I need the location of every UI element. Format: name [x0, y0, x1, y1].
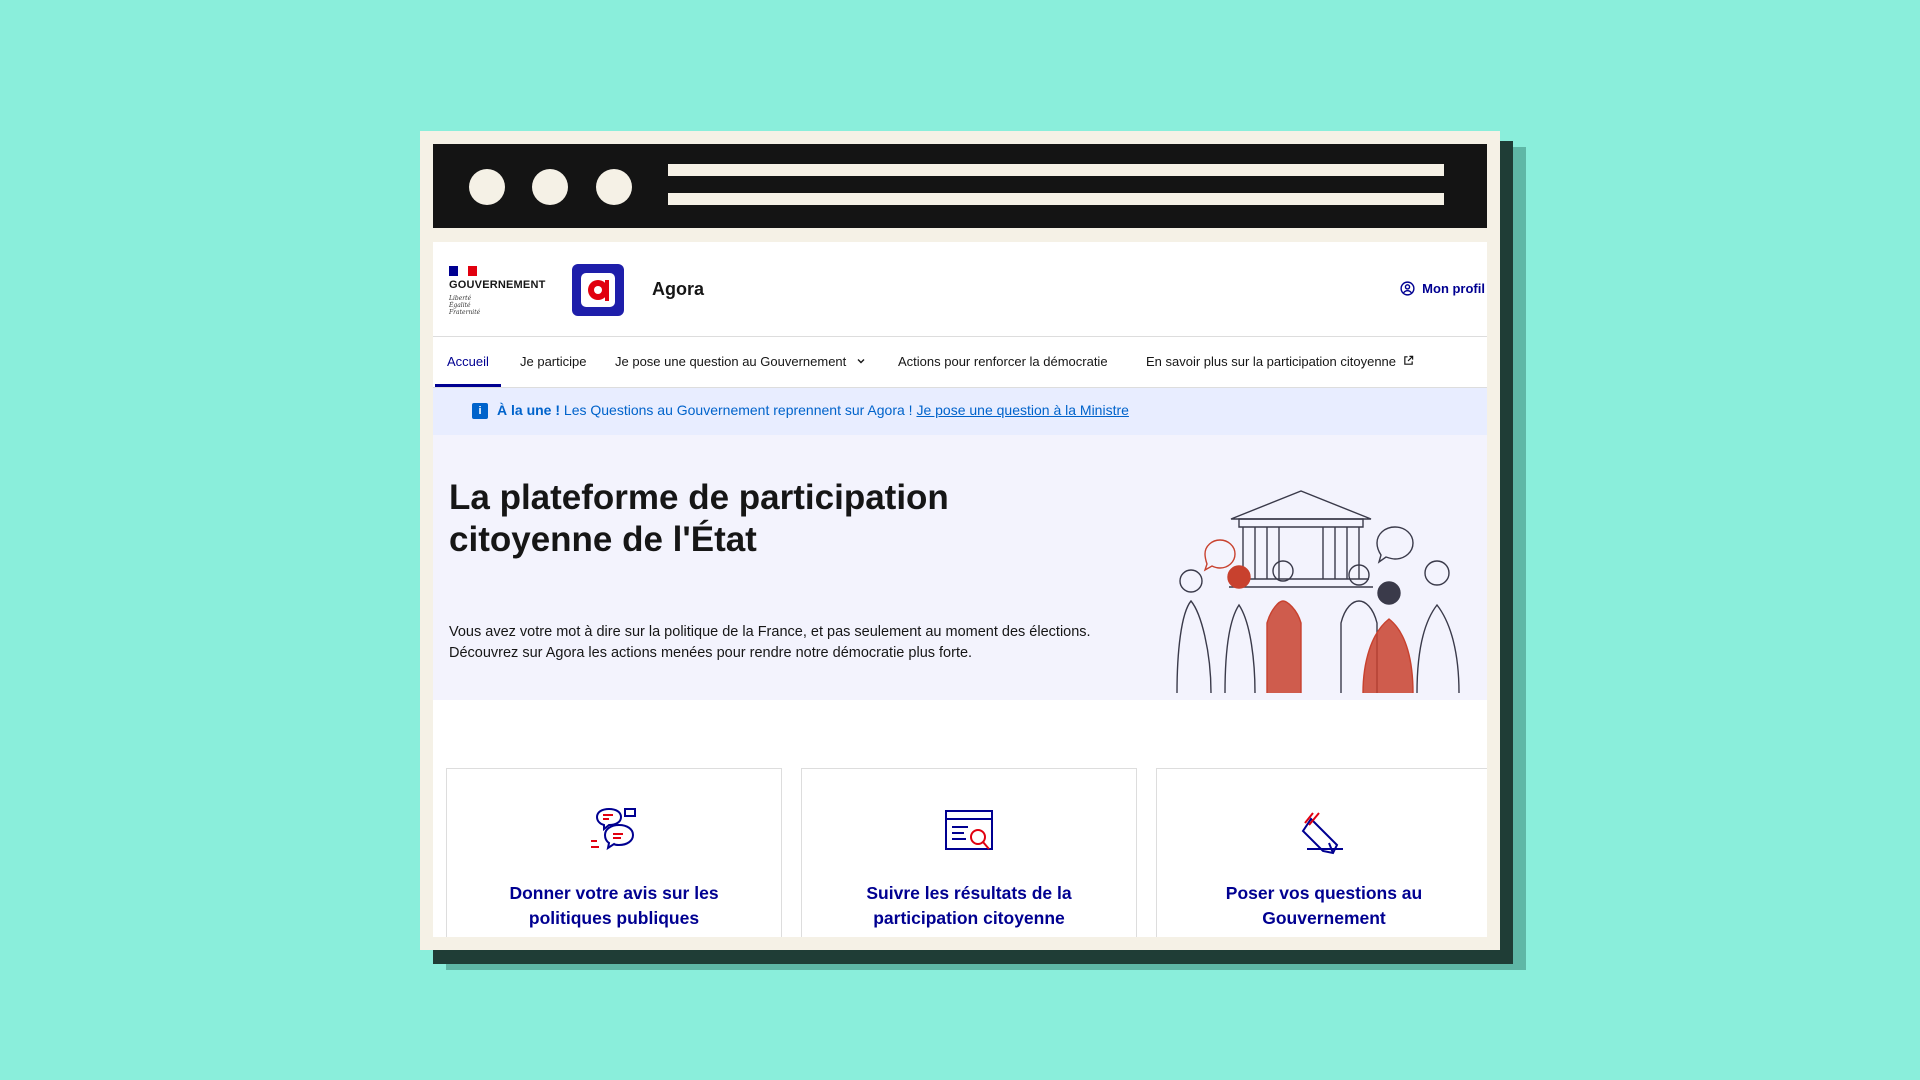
card-poser-questions[interactable]: Poser vos questions au Gouvernement	[1156, 768, 1487, 937]
notice-link[interactable]: Je pose une question à la Ministre	[916, 402, 1128, 418]
gov-name: GOUVERNEMENT	[449, 279, 546, 291]
marianne-flag-icon	[449, 266, 477, 276]
window-titlebar	[433, 144, 1487, 228]
chevron-down-icon	[857, 359, 865, 364]
gov-motto: Liberté Égalité Fraternité	[449, 295, 481, 316]
notice-text: À la une ! Les Questions au Gouvernement…	[497, 402, 1129, 418]
agora-logo[interactable]	[572, 264, 624, 316]
nav-item-actions-democratie[interactable]: Actions pour renforcer la démocratie	[898, 337, 1108, 387]
nav-item-accueil[interactable]: Accueil	[435, 337, 501, 387]
notice-title: À la une !	[497, 402, 561, 418]
profile-label: Mon profil	[1422, 281, 1485, 296]
main-nav: Accueil Je participe Je pose une questio…	[433, 337, 1487, 388]
hero-section: La plateforme de participation citoyenne…	[433, 435, 1487, 700]
browser-frame: GOUVERNEMENT Liberté Égalité Fraternité …	[420, 131, 1500, 950]
profile-link[interactable]: Mon profil	[1400, 281, 1485, 296]
external-link-icon	[1403, 355, 1413, 365]
window-dot-maximize[interactable]	[596, 169, 632, 205]
citizens-illustration	[1176, 490, 1460, 694]
user-circle-icon	[1400, 281, 1415, 296]
nav-item-en-savoir-plus[interactable]: En savoir plus sur la participation cito…	[1146, 337, 1414, 387]
window-dot-close[interactable]	[469, 169, 505, 205]
card-donner-avis[interactable]: Donner votre avis sur les politiques pub…	[446, 768, 782, 937]
speech-bubbles-icon	[591, 807, 636, 851]
hero-title: La plateforme de participation citoyenne…	[449, 478, 949, 559]
address-bar-line	[668, 193, 1444, 205]
hero-description: Vous avez votre mot à dire sur la politi…	[449, 624, 1091, 661]
info-icon: i	[472, 403, 488, 419]
pen-icon	[1301, 812, 1343, 855]
nav-item-question-gouvernement[interactable]: Je pose une question au Gouvernement	[615, 337, 866, 387]
card-label: Suivre les résultats de la participation…	[866, 883, 1072, 928]
site-header: GOUVERNEMENT Liberté Égalité Fraternité …	[433, 242, 1487, 337]
notice-banner: i À la une ! Les Questions au Gouverneme…	[433, 388, 1487, 435]
nav-item-je-participe[interactable]: Je participe	[520, 337, 586, 387]
browser-search-icon	[945, 810, 993, 850]
card-suivre-resultats[interactable]: Suivre les résultats de la participation…	[801, 768, 1137, 937]
card-label: Poser vos questions au Gouvernement	[1225, 883, 1423, 928]
card-label: Donner votre avis sur les politiques pub…	[509, 883, 719, 928]
address-bar-line	[668, 164, 1444, 176]
window-dot-minimize[interactable]	[532, 169, 568, 205]
app-name[interactable]: Agora	[652, 279, 704, 300]
website: GOUVERNEMENT Liberté Égalité Fraternité …	[433, 242, 1487, 937]
notice-message: Les Questions au Gouvernement reprennent…	[563, 402, 913, 418]
